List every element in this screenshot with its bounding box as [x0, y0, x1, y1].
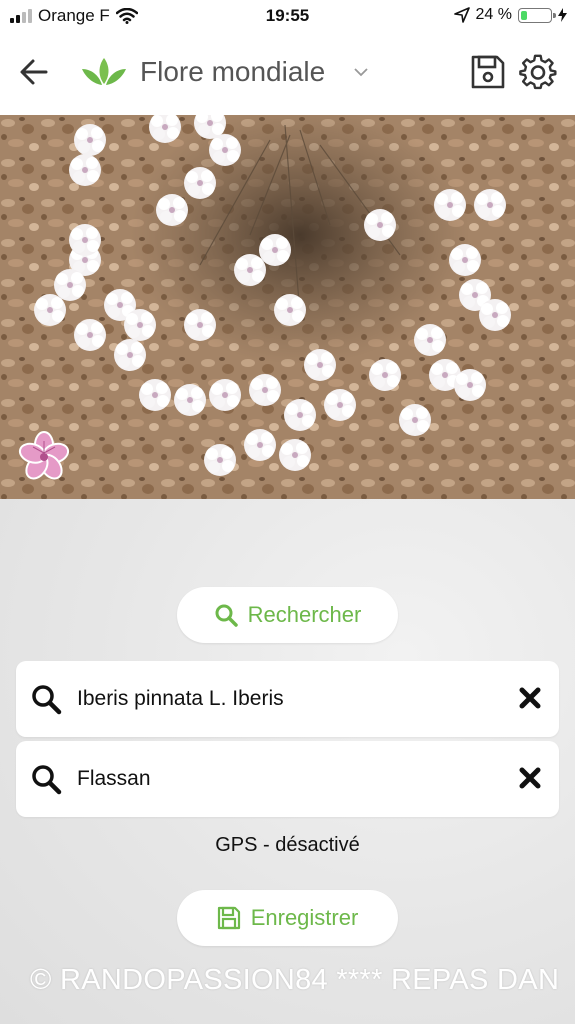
location-field[interactable]: Flassan — [16, 741, 559, 817]
status-bar: Orange F 19:55 24 % — [0, 0, 575, 32]
close-icon[interactable] — [519, 767, 541, 789]
search-icon — [32, 765, 62, 795]
species-field-value: Iberis pinnata L. Iberis — [77, 687, 284, 710]
location-arrow-icon — [453, 7, 470, 23]
nav-bar: Flore mondiale — [0, 32, 575, 115]
back-arrow-icon[interactable] — [16, 54, 52, 90]
save-icon[interactable] — [470, 54, 506, 90]
search-icon — [32, 685, 62, 715]
species-field[interactable]: Iberis pinnata L. Iberis — [16, 661, 559, 737]
search-button[interactable]: Rechercher — [177, 587, 398, 643]
gear-icon[interactable] — [519, 53, 557, 91]
status-right: 24 % — [453, 6, 567, 24]
battery-fill — [521, 10, 527, 20]
plant-photo[interactable] — [0, 115, 575, 499]
battery-icon — [518, 7, 556, 23]
save-button[interactable]: Enregistrer — [177, 890, 398, 946]
close-icon[interactable] — [519, 687, 541, 709]
photo-watermark: © RANDOPASSION84 **** REPAS DAN — [30, 964, 560, 996]
flower-icon[interactable] — [16, 429, 72, 485]
charging-bolt-icon — [558, 8, 567, 22]
save-button-label: Enregistrer — [250, 905, 359, 930]
search-icon — [215, 604, 238, 627]
chevron-down-icon[interactable] — [354, 68, 368, 77]
save-icon — [217, 906, 240, 930]
location-field-value: Flassan — [77, 767, 151, 790]
gps-status: GPS - désactivé — [215, 834, 360, 856]
battery-percent: 24 % — [475, 6, 512, 23]
leaf-logo-icon — [82, 58, 126, 85]
search-button-label: Rechercher — [247, 602, 362, 627]
plant-photo-image — [0, 115, 575, 499]
app-title[interactable]: Flore mondiale — [140, 56, 325, 88]
